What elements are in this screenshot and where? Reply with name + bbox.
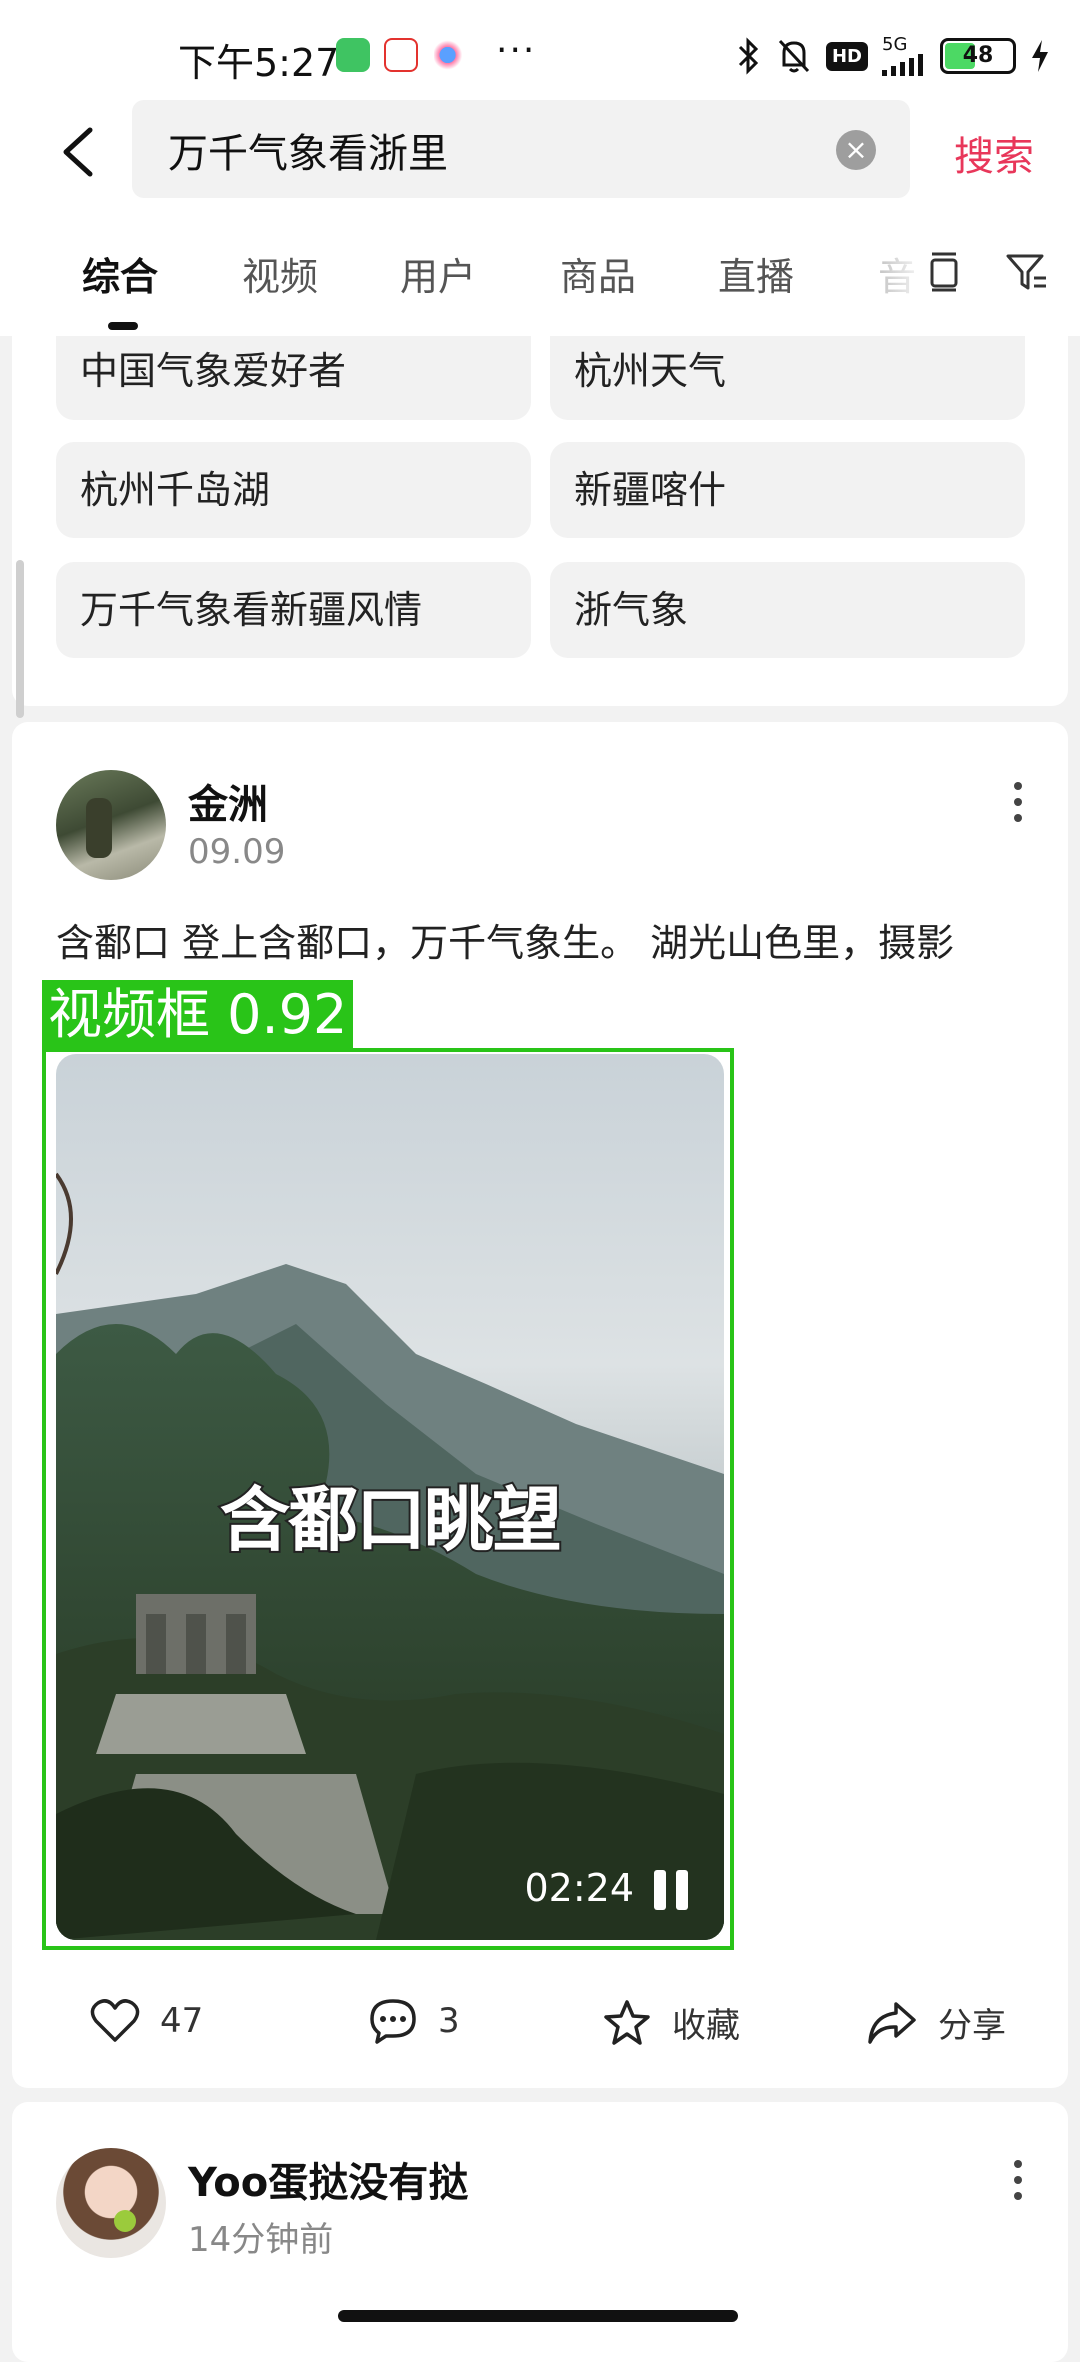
layout-icon[interactable] (920, 248, 968, 296)
tab-users[interactable]: 用户 (400, 246, 476, 301)
tab-live[interactable]: 直播 (718, 246, 794, 301)
status-bar: 下午5:27 ··· HD 5G 48 (0, 0, 1080, 100)
post-text[interactable]: 含鄱口 登上含鄱口，万千气象生。 湖光山色里，摄影 (56, 912, 1036, 967)
post-card[interactable]: Yoo蛋挞没有挞 14分钟前 (12, 2102, 1068, 2362)
heart-icon (90, 1999, 140, 2042)
home-indicator[interactable] (338, 2310, 738, 2322)
cloud-app-icon (434, 38, 468, 72)
post-actions: 47 3 收藏 分享 (12, 1986, 1068, 2066)
battery-icon: 48 (940, 38, 1016, 74)
status-time: 下午5:27 (178, 41, 340, 85)
star-icon (604, 1999, 650, 2045)
like-count: 47 (160, 2001, 204, 2041)
suggestion-chip[interactable]: 杭州千岛湖 (56, 442, 531, 538)
scrollbar[interactable] (16, 560, 24, 718)
suggestion-chip[interactable]: 杭州天气 (550, 336, 1025, 420)
comment-icon (370, 1999, 416, 2044)
post-date: 09.09 (188, 832, 286, 872)
suggestion-chip[interactable]: 中国气象爱好者 (56, 336, 531, 420)
hd-icon: HD (825, 41, 868, 71)
avatar[interactable] (56, 2148, 166, 2258)
share-button[interactable]: 分享 (866, 1998, 1006, 2047)
wechat-icon (336, 38, 370, 72)
author-name[interactable]: 金洲 (188, 772, 268, 830)
avatar[interactable] (56, 770, 166, 880)
signal-icon (882, 54, 923, 76)
detection-box (42, 1048, 734, 1950)
post-date: 14分钟前 (188, 2220, 334, 2260)
mute-bell-icon (778, 39, 810, 73)
tab-video[interactable]: 视频 (242, 246, 318, 301)
related-searches-card: 中国气象爱好者 杭州天气 杭州千岛湖 新疆喀什 万千气象看新疆风情 浙气象 (12, 336, 1068, 706)
charging-icon (1032, 40, 1048, 72)
author-name[interactable]: Yoo蛋挞没有挞 (188, 2150, 468, 2208)
more-notifications-icon: ··· (496, 30, 537, 71)
share-label: 分享 (938, 2006, 1006, 2046)
search-header: × 搜索 (0, 100, 1080, 210)
clear-icon[interactable]: × (836, 130, 876, 170)
58-app-icon (384, 38, 418, 72)
comment-count: 3 (438, 2001, 460, 2041)
back-arrow-icon[interactable] (52, 122, 112, 182)
search-input[interactable] (166, 100, 810, 200)
search-button[interactable]: 搜索 (954, 124, 1034, 182)
bluetooth-icon (738, 37, 759, 75)
result-tabs: 综合 视频 用户 商品 直播 音 (0, 210, 1080, 336)
share-icon (868, 2001, 916, 2044)
search-box[interactable]: × (132, 100, 910, 200)
favorite-button[interactable]: 收藏 (602, 1998, 740, 2047)
comment-button[interactable]: 3 (368, 1998, 460, 2044)
like-button[interactable]: 47 (90, 1998, 203, 2044)
network-type: 5G (882, 34, 908, 55)
tab-all[interactable]: 综合 (82, 246, 158, 301)
detection-label: 视频框 0.92 (42, 980, 354, 1050)
tab-products[interactable]: 商品 (560, 246, 636, 301)
more-options-icon[interactable] (1014, 2160, 1024, 2208)
suggestion-chip[interactable]: 新疆喀什 (550, 442, 1025, 538)
active-tab-indicator (108, 322, 138, 330)
more-options-icon[interactable] (1014, 782, 1024, 830)
filter-icon[interactable] (1002, 248, 1050, 296)
favorite-label: 收藏 (672, 2006, 740, 2046)
suggestion-chip[interactable]: 万千气象看新疆风情 (56, 562, 531, 658)
suggestion-chip[interactable]: 浙气象 (550, 562, 1025, 658)
